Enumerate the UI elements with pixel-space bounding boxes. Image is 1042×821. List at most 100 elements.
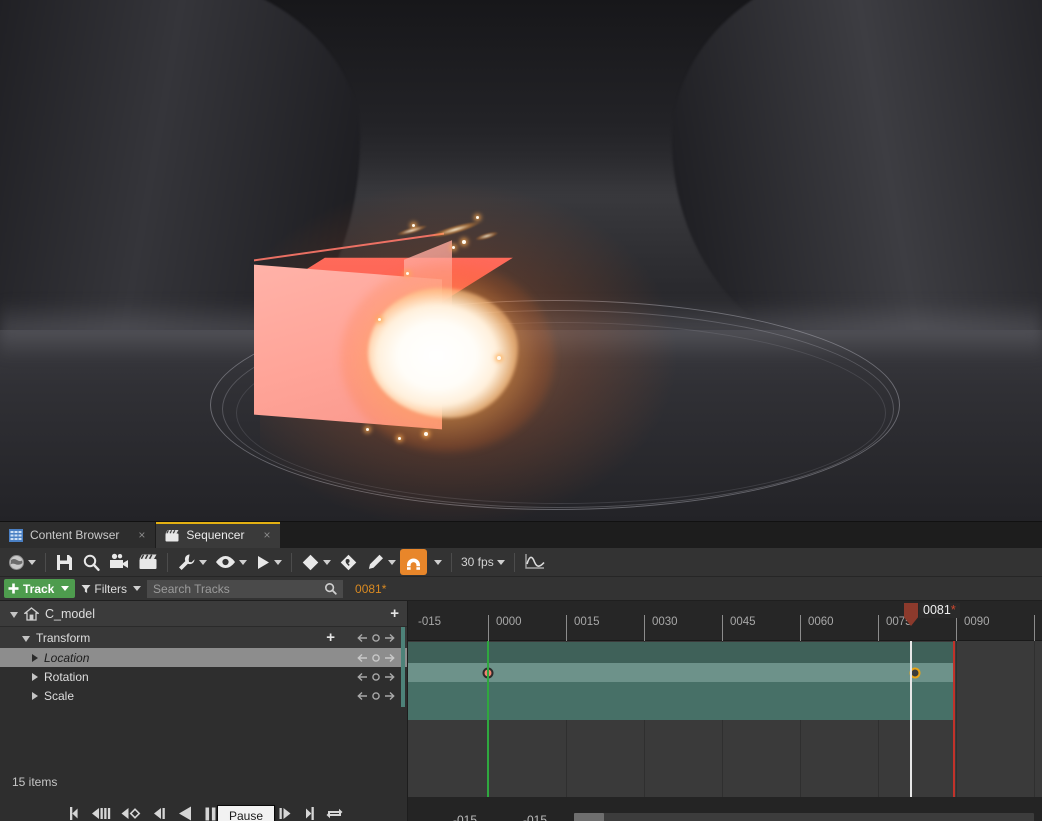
add-key-circle-icon[interactable] xyxy=(371,633,381,643)
create-camera-button[interactable] xyxy=(105,549,134,575)
take-recorder-button[interactable] xyxy=(134,549,162,575)
next-key-arrow-icon[interactable] xyxy=(384,691,395,701)
save-button[interactable] xyxy=(51,549,78,575)
fps-dropdown[interactable]: 30 fps xyxy=(457,555,509,569)
previous-key-button[interactable] xyxy=(120,805,142,821)
step-back-section-button[interactable] xyxy=(90,805,111,821)
curve-editor-button[interactable] xyxy=(520,549,550,575)
key-diamond-icon xyxy=(340,554,357,570)
add-key-circle-icon[interactable] xyxy=(371,691,381,701)
track-row-object[interactable]: C_model + xyxy=(0,601,407,627)
jump-to-end-button[interactable] xyxy=(303,805,316,821)
find-button[interactable] xyxy=(78,549,105,575)
timeline-area[interactable]: -015 0000 0015 0030 0045 0060 0075 0090 … xyxy=(408,601,1042,797)
step-back-frame-button[interactable] xyxy=(151,805,168,821)
snap-options-button[interactable] xyxy=(427,549,446,575)
prev-key-arrow-icon[interactable] xyxy=(357,653,368,663)
sequencer-panel: Content Browser × Sequencer × 30 fps Tra… xyxy=(0,521,1042,821)
track-label: Transform xyxy=(36,630,91,645)
clapperboard-icon xyxy=(139,554,157,569)
keyframe-nav-transform[interactable] xyxy=(357,633,407,643)
ruler-tick xyxy=(488,615,489,641)
add-key-transform-button[interactable]: + xyxy=(326,630,357,645)
section-bar-rotation[interactable] xyxy=(408,682,953,701)
jump-to-start-button[interactable] xyxy=(68,805,81,821)
track-row-rotation[interactable]: Rotation xyxy=(0,667,407,686)
prev-key-icon xyxy=(121,808,141,819)
spark-particle xyxy=(462,240,466,244)
search-input[interactable] xyxy=(153,581,325,596)
loop-button[interactable] xyxy=(325,805,344,821)
toolbar-separator xyxy=(45,552,46,572)
expand-arrow-icon[interactable] xyxy=(10,611,18,618)
track-row-transform[interactable]: Transform + xyxy=(0,627,407,648)
expand-arrow-icon[interactable] xyxy=(22,635,30,642)
next-key-arrow-icon[interactable] xyxy=(384,633,395,643)
timeline-ruler[interactable]: -015 0000 0015 0030 0045 0060 0075 0090 … xyxy=(408,601,1042,641)
chevron-down-icon xyxy=(323,559,331,565)
prev-key-arrow-icon[interactable] xyxy=(357,672,368,682)
section-bar-scale[interactable] xyxy=(408,701,953,720)
section-bar-transform[interactable] xyxy=(408,642,953,663)
search-tracks-field[interactable] xyxy=(147,579,344,598)
search-icon[interactable] xyxy=(324,582,337,595)
world-globe-button[interactable] xyxy=(4,549,40,575)
tab-sequencer[interactable]: Sequencer × xyxy=(156,522,282,548)
add-key-circle-icon[interactable] xyxy=(371,672,381,682)
chevron-down-icon xyxy=(496,559,505,565)
track-label: Rotation xyxy=(44,669,89,684)
unreal-editor-window: Content Browser × Sequencer × 30 fps Tra… xyxy=(0,0,1042,821)
track-row-location[interactable]: Location xyxy=(0,648,407,667)
prev-key-arrow-icon[interactable] xyxy=(357,633,368,643)
edit-tool-button[interactable] xyxy=(362,549,400,575)
ruler-tick xyxy=(878,615,879,641)
chevron-down-icon xyxy=(28,559,36,565)
diamond-icon xyxy=(302,554,319,570)
keyframe-nav-location[interactable] xyxy=(357,653,407,663)
tab-close-icon[interactable]: × xyxy=(126,529,145,541)
section-color-spine xyxy=(401,627,405,707)
level-viewport[interactable] xyxy=(0,0,1042,521)
prev-key-arrow-icon[interactable] xyxy=(357,691,368,701)
track-lanes[interactable] xyxy=(408,641,1042,797)
key-interpolation-button[interactable] xyxy=(297,549,335,575)
timeline-gridline xyxy=(1034,641,1035,797)
step-forward-frame-button[interactable] xyxy=(277,805,294,821)
next-key-arrow-icon[interactable] xyxy=(384,672,395,682)
ruler-tick xyxy=(1034,615,1035,641)
tab-close-icon[interactable]: × xyxy=(251,529,270,541)
playback-start-line xyxy=(487,641,489,797)
filters-button[interactable]: Filters xyxy=(81,582,142,596)
spark-particle xyxy=(452,246,455,249)
track-row-scale[interactable]: Scale xyxy=(0,686,407,705)
next-key-arrow-icon[interactable] xyxy=(384,653,395,663)
snap-toggle-button[interactable] xyxy=(400,549,427,575)
sequencer-toolbar: 30 fps xyxy=(0,548,1042,577)
current-frame-badge: 0081* xyxy=(355,581,387,596)
expand-arrow-icon[interactable] xyxy=(32,653,38,662)
spark-particle xyxy=(378,318,381,321)
start-frame-field[interactable]: -015 xyxy=(434,813,496,821)
add-track-button[interactable]: Track xyxy=(4,579,76,598)
expand-arrow-icon[interactable] xyxy=(32,672,38,681)
add-track-to-object-button[interactable]: + xyxy=(390,606,407,621)
ruler-label: 0015 xyxy=(574,616,600,628)
timeline-horizontal-scrollbar[interactable] xyxy=(574,813,1034,821)
chevron-down-icon xyxy=(199,559,207,565)
play-reverse-button[interactable] xyxy=(177,804,194,821)
add-key-circle-icon[interactable] xyxy=(371,653,381,663)
tab-content-browser[interactable]: Content Browser × xyxy=(0,522,157,548)
view-start-field[interactable]: -015 xyxy=(504,813,566,821)
pause-button[interactable] xyxy=(203,805,218,821)
spark-particle xyxy=(497,356,501,360)
auto-key-button[interactable] xyxy=(335,549,362,575)
pause-icon xyxy=(205,807,216,820)
keyframe-nav-scale[interactable] xyxy=(357,691,407,701)
pause-tooltip: Pause xyxy=(217,805,276,821)
view-options-button[interactable] xyxy=(211,549,251,575)
keyframe-nav-rotation[interactable] xyxy=(357,672,407,682)
actions-button[interactable] xyxy=(173,549,211,575)
playback-options-button[interactable] xyxy=(251,549,286,575)
scrollbar-thumb[interactable] xyxy=(574,813,604,821)
expand-arrow-icon[interactable] xyxy=(32,691,38,700)
